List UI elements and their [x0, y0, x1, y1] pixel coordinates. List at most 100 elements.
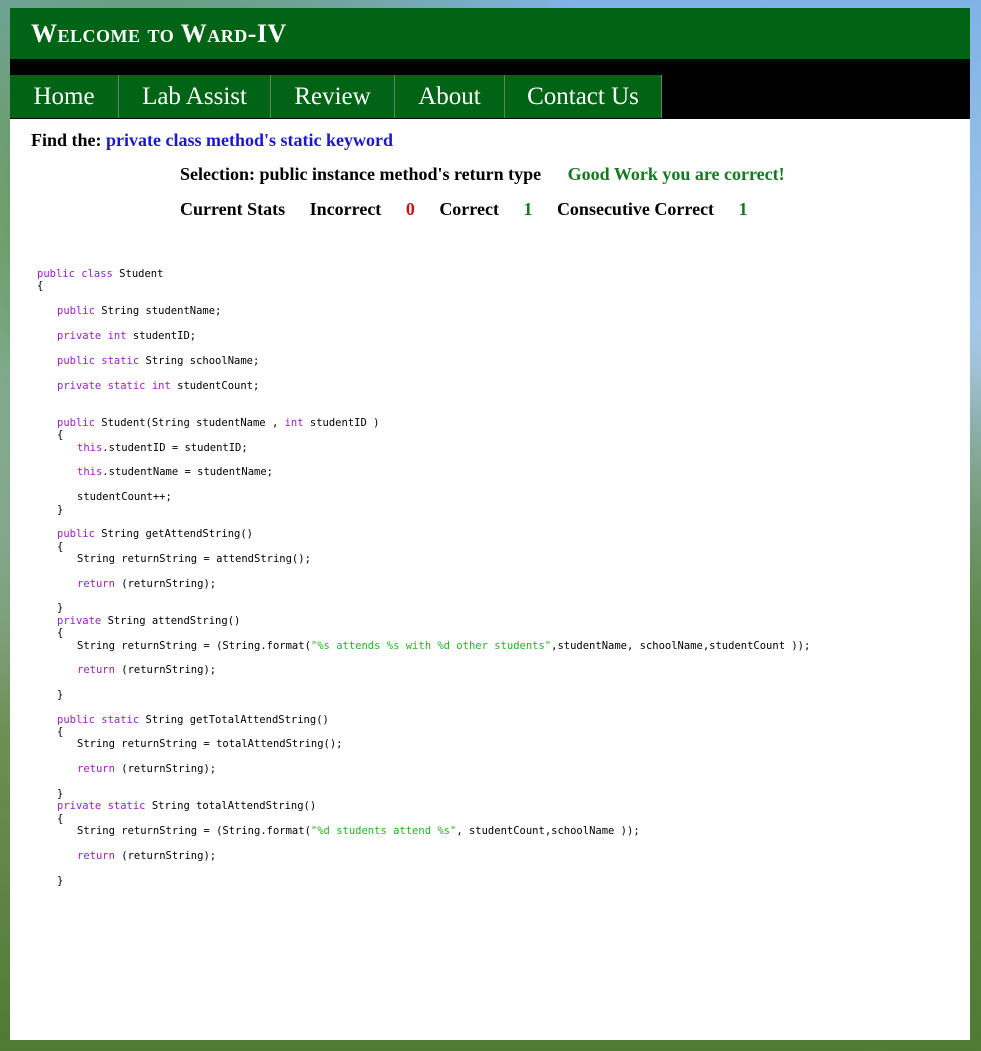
code-text: , studentCount,schoolName ));: [456, 825, 640, 837]
code-line: public static String getTotalAttendStrin…: [57, 714, 329, 726]
code-line: String returnString = totalAttendString(…: [77, 738, 343, 750]
code-text: .studentID = studentID;: [102, 442, 248, 454]
code-keyword: return: [77, 850, 115, 862]
code-line: }: [57, 875, 63, 887]
code-string: "%s attends %s with %d other students": [310, 640, 552, 652]
code-keyword: private: [57, 615, 102, 627]
code-text: (returnString);: [114, 850, 217, 862]
code-line: String returnString = attendString();: [77, 553, 311, 565]
code-text: String schoolName;: [139, 355, 260, 367]
code-keyword: return: [77, 664, 115, 676]
code-text: studentCount;: [170, 380, 260, 392]
code-text: {: [57, 813, 64, 825]
code-line: public Student(String studentName , int …: [57, 417, 379, 429]
site-title: Welcome to Ward-IV: [31, 18, 287, 48]
code-text: studentCount++;: [77, 491, 172, 503]
code-line: {: [57, 429, 63, 441]
code-text: Student: [112, 268, 164, 280]
code-text: (returnString);: [114, 763, 217, 775]
code-line: public String getAttendString(): [57, 528, 253, 540]
code-line: String returnString = (String.format("%s…: [77, 640, 810, 652]
code-keyword: private int: [57, 330, 127, 342]
code-line: public class Student: [37, 268, 163, 280]
nav-lab-assist[interactable]: Lab Assist: [119, 75, 271, 118]
code-text: {: [57, 541, 64, 553]
nav-contact-us[interactable]: Contact Us: [505, 75, 662, 118]
code-line: String returnString = (String.format("%d…: [77, 825, 640, 837]
code-text: {: [57, 726, 64, 738]
code-text: String returnString = totalAttendString(…: [77, 738, 343, 750]
find-prompt: Find the: private class method's static …: [31, 130, 393, 151]
code-keyword: private static int: [57, 380, 171, 392]
code-text: {: [57, 627, 64, 639]
main-nav: Home Lab Assist Review About Contact Us: [10, 75, 662, 118]
code-text: }: [57, 602, 64, 614]
code-text: String returnString = (String.format(: [77, 640, 311, 652]
code-line: return (returnString);: [77, 850, 216, 862]
code-text: Student(String studentName ,: [94, 417, 285, 429]
code-text: String attendString(): [101, 615, 241, 627]
selection-value: public instance method's return type: [259, 164, 542, 184]
code-text: (returnString);: [114, 578, 217, 590]
code-text: String studentName;: [94, 305, 222, 317]
code-line: studentCount++;: [77, 491, 172, 503]
find-label: Find the:: [31, 130, 102, 150]
stats-row: Current Stats Incorrect 0 Correct 1 Cons…: [180, 199, 748, 220]
consecutive-count: 1: [738, 199, 748, 219]
site-header: Welcome to Ward-IV: [10, 8, 970, 59]
code-line: this.studentName = studentName;: [77, 466, 273, 478]
correct-label: Correct: [439, 199, 499, 219]
code-line: public static String schoolName;: [57, 355, 259, 367]
result-message: Good Work you are correct!: [567, 164, 785, 184]
code-line: private static int studentCount;: [57, 380, 259, 392]
code-string: "%d students attend %s": [310, 825, 457, 837]
code-line: {: [37, 280, 43, 292]
code-keyword: public: [57, 305, 95, 317]
code-text: studentID;: [126, 330, 197, 342]
code-line: }: [57, 788, 63, 800]
code-text: }: [57, 788, 64, 800]
selection-row: Selection: public instance method's retu…: [180, 164, 785, 185]
code-text: }: [57, 504, 64, 516]
find-target: private class method's static keyword: [106, 130, 393, 150]
code-line: {: [57, 541, 63, 553]
consecutive-label: Consecutive Correct: [556, 199, 715, 219]
code-text: String getAttendString(): [94, 528, 253, 540]
code-keyword: this: [77, 442, 103, 454]
code-line: }: [57, 602, 63, 614]
code-line: private String attendString(): [57, 615, 240, 627]
code-text: String returnString = (String.format(: [77, 825, 311, 837]
stats-label: Current Stats: [180, 199, 286, 219]
nav-home[interactable]: Home: [10, 75, 119, 118]
nav-about[interactable]: About: [395, 75, 505, 118]
code-text: String returnString = attendString();: [77, 553, 311, 565]
code-text: {: [37, 280, 44, 292]
code-keyword: this: [77, 466, 103, 478]
code-keyword: public class: [37, 268, 113, 280]
code-text: String totalAttendString(): [145, 800, 317, 812]
code-keyword: public static: [57, 355, 140, 367]
code-text: String getTotalAttendString(): [139, 714, 329, 726]
code-keyword: return: [77, 578, 115, 590]
code-line: return (returnString);: [77, 578, 216, 590]
nav-review[interactable]: Review: [271, 75, 395, 118]
code-keyword: public: [57, 528, 95, 540]
code-line: private static String totalAttendString(…: [57, 800, 316, 812]
code-text: }: [57, 689, 64, 701]
code-line: }: [57, 689, 63, 701]
page-container: Welcome to Ward-IV Home Lab Assist Revie…: [10, 8, 970, 1040]
code-keyword: private static: [57, 800, 146, 812]
code-text: {: [57, 429, 64, 441]
code-line: return (returnString);: [77, 763, 216, 775]
code-text: ,studentName, schoolName,studentCount ))…: [551, 640, 811, 652]
code-keyword: public: [57, 417, 95, 429]
nav-bar: Home Lab Assist Review About Contact Us: [10, 59, 970, 119]
code-line: }: [57, 504, 63, 516]
code-text: studentID ): [303, 417, 380, 429]
code-line: {: [57, 813, 63, 825]
code-text: (returnString);: [114, 664, 217, 676]
code-line: private int studentID;: [57, 330, 196, 342]
code-keyword: public static: [57, 714, 140, 726]
code-keyword: return: [77, 763, 115, 775]
code-line: {: [57, 726, 63, 738]
